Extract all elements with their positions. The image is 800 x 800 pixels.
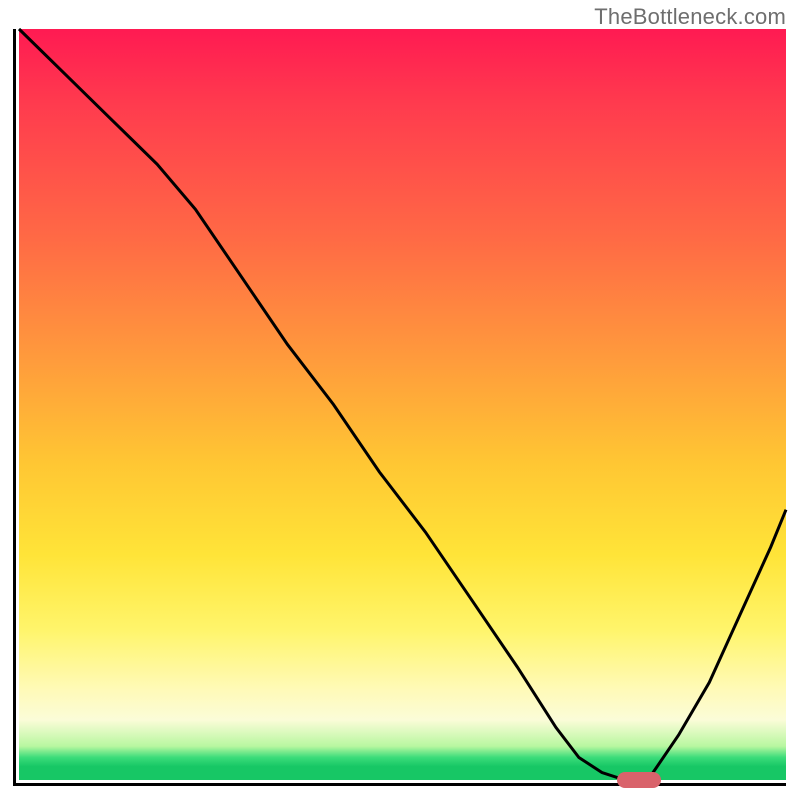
plot-frame	[13, 29, 786, 786]
watermark-text: TheBottleneck.com	[594, 4, 786, 30]
bottleneck-curve	[19, 29, 786, 780]
optimal-marker	[617, 772, 661, 788]
curve-path	[19, 29, 786, 780]
chart-container: TheBottleneck.com	[0, 0, 800, 800]
